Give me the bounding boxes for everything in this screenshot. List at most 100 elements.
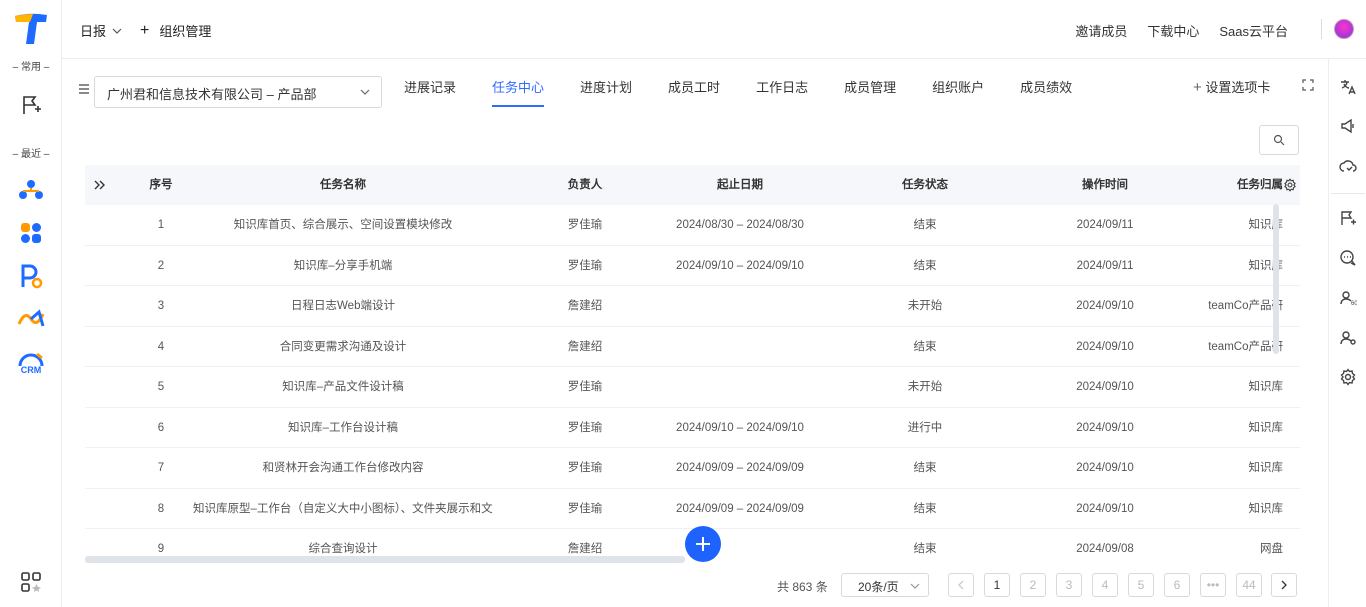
set-tabs-button[interactable]: + 设置选项卡: [1193, 77, 1270, 96]
tab-5[interactable]: 成员管理: [844, 76, 896, 107]
page-size-select[interactable]: 20条/页: [841, 573, 929, 597]
table-row[interactable]: 3 日程日志Web端设计 詹建绍 未开始 2024/09/10 teamCo产品研: [85, 286, 1300, 327]
set-tabs-label: 设置选项卡: [1205, 80, 1271, 95]
app-logo-icon[interactable]: [13, 12, 49, 49]
infinity-app-icon[interactable]: [16, 304, 46, 334]
table-row[interactable]: 2 知识库–分享手机端 罗佳瑜 2024/09/10 – 2024/09/10 结束 20…: [85, 246, 1300, 286]
table-row[interactable]: 6 知识库–工作台设计稿 罗佳瑜 2024/09/10 – 2024/09/10 进行中…: [85, 408, 1300, 448]
cell-status: 结束: [913, 219, 937, 231]
cell-status: 结束: [913, 502, 937, 515]
page-button[interactable]: 6: [1164, 573, 1190, 597]
table-row[interactable]: 1 知识库首页、综合展示、空间设置模块修改 罗佳瑜 2024/08/30 – 2024…: [85, 205, 1300, 246]
top-bar: 日报 + 组织管理 邀请成员 下载中心 Saas云平台: [62, 0, 1366, 59]
tab-1[interactable]: 任务中心: [492, 76, 545, 107]
column-header-owner: 负责人: [567, 179, 603, 191]
column-header-dates: 起止日期: [717, 179, 763, 191]
download-center-link[interactable]: 下载中心: [1147, 21, 1199, 40]
tab-0[interactable]: 进展记录: [404, 76, 456, 107]
daily-report-menu[interactable]: 日报: [80, 21, 106, 40]
apps-grid-app-icon[interactable]: [16, 218, 46, 248]
all-apps-icon[interactable]: [16, 567, 46, 597]
cell-status: 结束: [913, 340, 937, 353]
cell-optime: 2024/09/10: [1076, 502, 1134, 515]
cell-name: 知识库–产品文件设计稿: [282, 381, 404, 393]
fullscreen-icon[interactable]: [1302, 79, 1314, 94]
translate-icon[interactable]: [1339, 78, 1357, 96]
user-count-icon[interactable]: 60: [1339, 289, 1357, 307]
cell-status: 结束: [913, 462, 937, 474]
cell-owner: 罗佳瑜: [567, 421, 603, 434]
cell-name: 知识库原型–工作台（自定义大中小图标）、文件夹展示和文件…: [193, 502, 493, 515]
user-settings-icon[interactable]: [1339, 329, 1357, 347]
table-row[interactable]: 4 合同变更需求沟通及设计 詹建绍 结束 2024/09/10 teamCo产品研: [85, 327, 1300, 367]
cell-status: 进行中: [907, 421, 943, 434]
horizontal-scrollbar[interactable]: [85, 556, 685, 563]
cell-owner: 罗佳瑜: [567, 219, 603, 231]
cell-name: 知识库–工作台设计稿: [288, 421, 398, 434]
invite-members-link[interactable]: 邀请成员: [1075, 21, 1127, 40]
chevron-down-icon[interactable]: [112, 26, 122, 36]
cell-dates: 2024/08/30 – 2024/08/30: [676, 219, 804, 231]
org-chart-app-icon[interactable]: [16, 175, 46, 205]
cell-no: 6: [157, 421, 165, 434]
megaphone-icon[interactable]: [1339, 117, 1357, 135]
toolbar-divider: [1331, 193, 1365, 194]
crm-app-icon[interactable]: CRM: [15, 347, 47, 377]
page-button[interactable]: 3: [1056, 573, 1082, 597]
cell-dates: 2024/09/10 – 2024/09/10: [676, 421, 804, 434]
cell-belong: 知识库: [1248, 381, 1284, 393]
cell-optime: 2024/09/10: [1076, 340, 1134, 353]
tab-2[interactable]: 进度计划: [580, 76, 632, 107]
cloud-sync-icon[interactable]: [1339, 157, 1357, 175]
org-manage-link[interactable]: 组织管理: [159, 21, 211, 40]
flag-plus-icon[interactable]: [1339, 209, 1357, 227]
tab-7[interactable]: 成员绩效: [1020, 76, 1072, 107]
column-header-status: 任务状态: [902, 179, 948, 191]
search-button[interactable]: [1259, 125, 1299, 155]
table-row[interactable]: 5 知识库–产品文件设计稿 罗佳瑜 未开始 2024/09/10 知识库: [85, 367, 1300, 408]
menu-toggle-icon[interactable]: [78, 83, 90, 97]
page-button[interactable]: 4: [1092, 573, 1118, 597]
p-app-icon[interactable]: [16, 261, 46, 291]
flag-add-icon[interactable]: [16, 90, 46, 120]
tab-3[interactable]: 成员工时: [668, 76, 720, 107]
page-button[interactable]: •••: [1200, 573, 1226, 597]
table-row[interactable]: 7 和贤林开会沟通工作台修改内容 罗佳瑜 2024/09/09 – 2024/09/0…: [85, 448, 1300, 489]
table-row[interactable]: 8 知识库原型–工作台（自定义大中小图标）、文件夹展示和文件… 罗佳瑜 2024/09…: [85, 489, 1300, 529]
cell-belong: 知识库: [1248, 259, 1284, 272]
add-icon[interactable]: +: [140, 22, 149, 40]
cell-belong: teamCo产品研: [1208, 340, 1283, 353]
add-task-fab[interactable]: [685, 526, 721, 562]
department-select-value: 广州君和信息技术有限公司 – 产品部: [107, 87, 317, 102]
tab-4[interactable]: 工作日志: [756, 76, 808, 107]
cell-owner: 罗佳瑜: [567, 381, 603, 393]
cell-owner: 罗佳瑜: [567, 259, 603, 272]
cell-no: 5: [157, 381, 165, 393]
plus-icon: +: [1193, 79, 1202, 96]
saas-platform-link[interactable]: Saas云平台: [1219, 21, 1288, 40]
cell-status: 结束: [913, 543, 937, 555]
cell-optime: 2024/09/10: [1076, 462, 1134, 474]
gear-icon[interactable]: [1339, 368, 1357, 386]
prev-page-button[interactable]: [948, 573, 974, 597]
vertical-scrollbar[interactable]: [1273, 204, 1279, 354]
page-size-value: 20条/页: [858, 580, 899, 594]
page-button[interactable]: 1: [984, 573, 1010, 597]
tab-bar: 进展记录 任务中心 进度计划 成员工时 工作日志 成员管理 组织账户 成员绩效: [404, 76, 1108, 107]
page-button[interactable]: 5: [1128, 573, 1154, 597]
search-icon: [1273, 134, 1285, 146]
page-button[interactable]: 44: [1236, 573, 1262, 597]
page-button[interactable]: 2: [1020, 573, 1046, 597]
cell-name: 合同变更需求沟通及设计: [279, 340, 407, 353]
cell-owner: 詹建绍: [567, 340, 603, 353]
tab-6[interactable]: 组织账户: [932, 76, 984, 107]
next-page-button[interactable]: [1271, 573, 1297, 597]
column-settings-icon[interactable]: [1280, 165, 1300, 205]
avatar[interactable]: [1334, 19, 1354, 39]
svg-text:60: 60: [1351, 301, 1357, 307]
chat-icon[interactable]: [1339, 249, 1357, 267]
department-select[interactable]: 广州君和信息技术有限公司 – 产品部: [94, 76, 382, 108]
cell-no: 7: [157, 462, 165, 474]
collapse-columns-icon[interactable]: [85, 165, 115, 205]
cell-dates: 2024/09/10 – 2024/09/10: [676, 259, 804, 272]
